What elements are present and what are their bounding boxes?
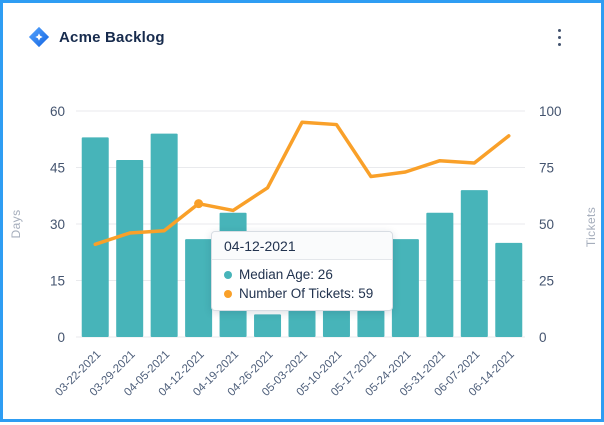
bar-05-03-2021[interactable] <box>289 311 316 337</box>
bar-05-24-2021[interactable] <box>392 239 419 337</box>
right-axis-title: Tickets <box>584 207 598 247</box>
tooltip-row-text: Median Age: 26 <box>239 267 333 282</box>
bar-05-17-2021[interactable] <box>357 311 384 337</box>
highlighted-point[interactable] <box>194 199 203 208</box>
tooltip-row-tickets: Number Of Tickets: 59 <box>224 286 380 301</box>
tooltip-row-text: Number Of Tickets: 59 <box>239 286 373 301</box>
tickets-dot-icon <box>224 290 232 298</box>
right-axis-tick: 25 <box>539 274 554 289</box>
tooltip-row-median-age: Median Age: 26 <box>224 267 380 282</box>
bar-05-31-2021[interactable] <box>426 213 453 337</box>
tooltip-date: 04-12-2021 <box>212 232 392 260</box>
tooltip-body: Median Age: 26 Number Of Tickets: 59 <box>212 260 392 310</box>
right-axis-tick: 75 <box>539 161 554 176</box>
backlog-chart[interactable]: 0153045600255075100DaysTickets03-22-2021… <box>3 3 604 425</box>
chart-tooltip: 04-12-2021 Median Age: 26 Number Of Tick… <box>211 231 393 311</box>
bar-04-12-2021[interactable] <box>185 239 212 337</box>
right-axis-tick: 0 <box>539 330 547 345</box>
right-axis-tick: 50 <box>539 217 554 232</box>
median-age-dot-icon <box>224 271 232 279</box>
left-axis-title: Days <box>9 210 23 239</box>
bar-04-26-2021[interactable] <box>254 314 281 337</box>
bar-05-10-2021[interactable] <box>323 311 350 337</box>
right-axis-tick: 100 <box>539 104 562 119</box>
left-axis-tick: 30 <box>50 217 65 232</box>
bar-03-22-2021[interactable] <box>82 137 109 337</box>
bar-06-07-2021[interactable] <box>461 190 488 337</box>
card-frame: Acme Backlog 0153045600255075100DaysTick… <box>0 0 604 422</box>
left-axis-tick: 0 <box>57 330 65 345</box>
bar-03-29-2021[interactable] <box>116 160 143 337</box>
left-axis-tick: 15 <box>50 274 65 289</box>
left-axis-tick: 45 <box>50 161 65 176</box>
left-axis-tick: 60 <box>50 104 65 119</box>
bar-04-05-2021[interactable] <box>151 134 178 337</box>
bar-06-14-2021[interactable] <box>495 243 522 337</box>
